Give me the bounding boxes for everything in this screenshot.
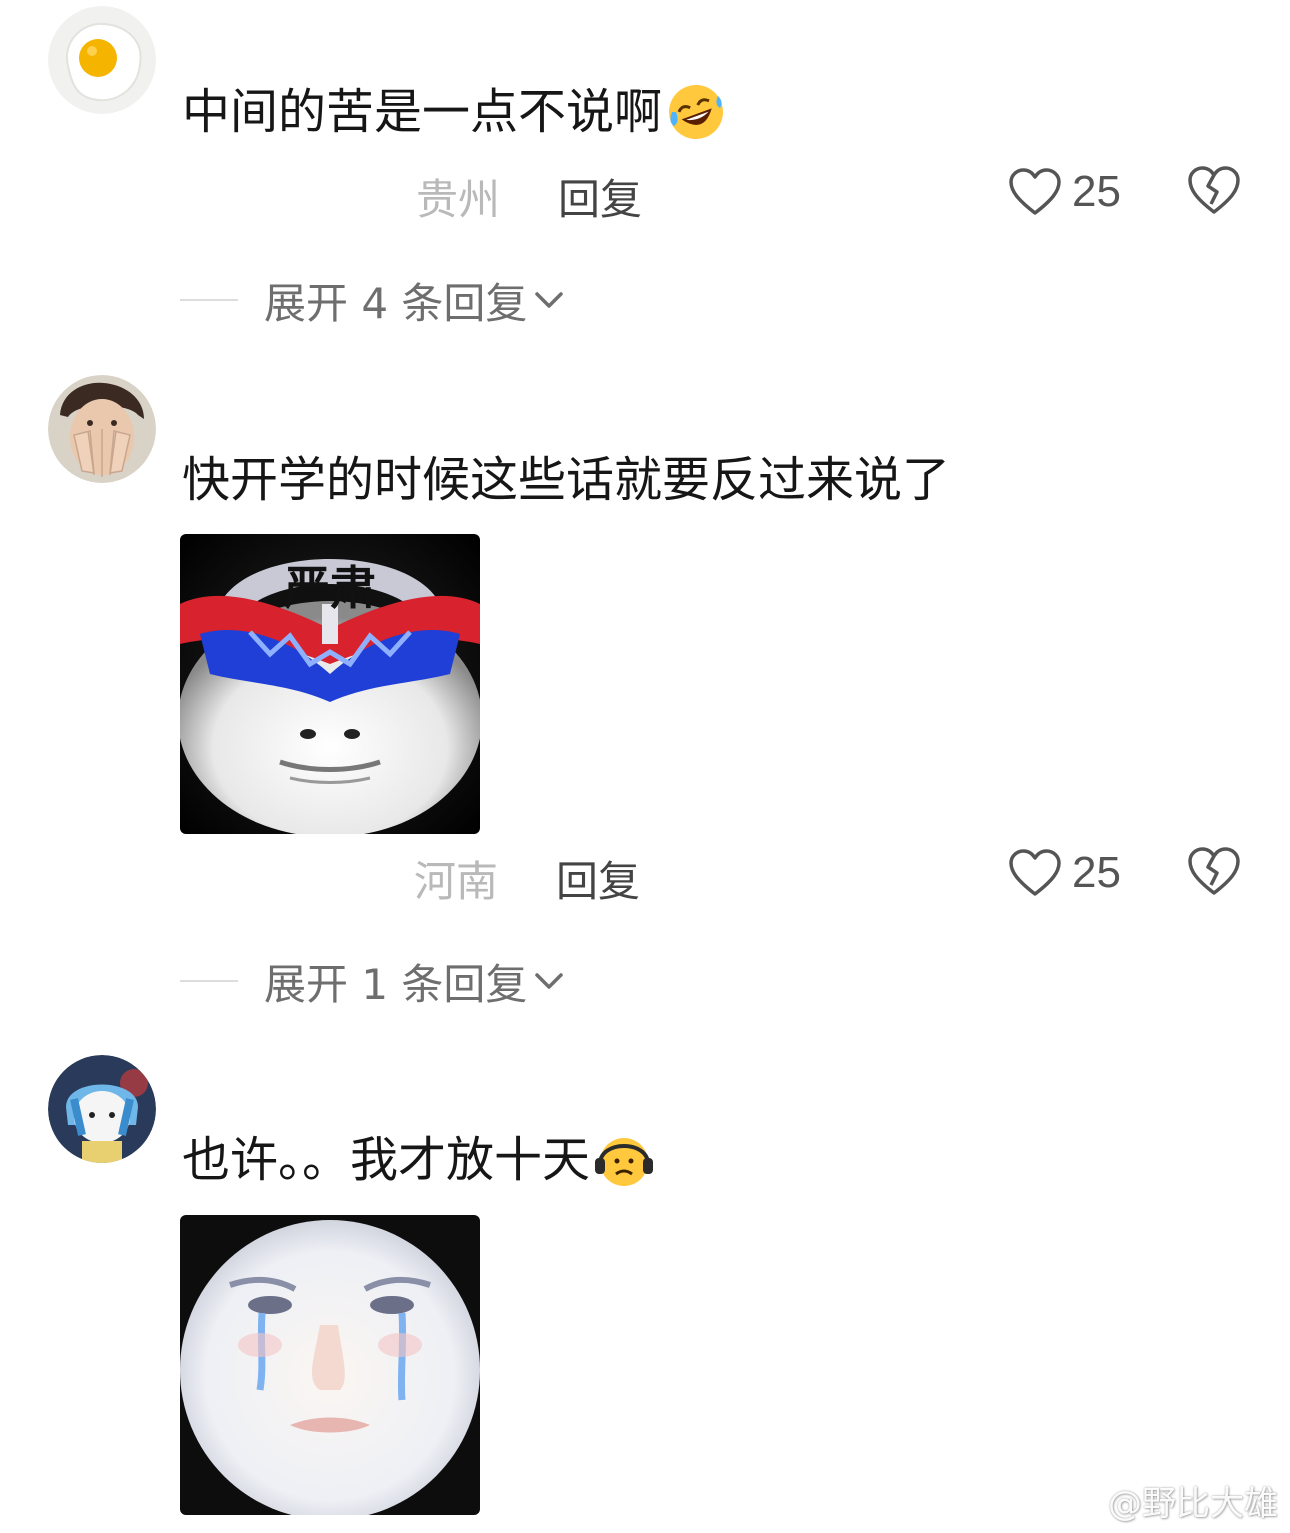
dislike-button[interactable] <box>1186 164 1242 220</box>
chevron-down-icon <box>535 973 564 989</box>
comment-location: 贵州 <box>416 175 501 224</box>
like-button[interactable]: 25 <box>1008 164 1121 220</box>
comment-text: 中间的苦是一点不说啊 <box>182 82 726 142</box>
comment-text-content: 快开学的时候这些话就要反过来说了 <box>182 452 951 508</box>
avatar-person-hands[interactable] <box>48 375 156 483</box>
expand-replies-label: 展开 1 条回复 <box>264 959 528 1009</box>
expand-divider-line <box>180 980 238 982</box>
like-button[interactable]: 25 <box>1008 845 1121 901</box>
like-count: 25 <box>1072 167 1121 216</box>
like-count: 25 <box>1072 848 1121 897</box>
fried-egg-avatar-image <box>48 6 156 114</box>
person-covering-face-avatar-image <box>48 375 156 483</box>
chevron-down-icon <box>535 292 564 308</box>
comment-location: 河南 <box>414 857 499 906</box>
reply-button[interactable]: 回复 <box>556 848 640 909</box>
rofl-emoji-icon <box>666 82 726 142</box>
sticker-serious-helmet[interactable]: 严肃 <box>180 534 480 834</box>
comment-text-content: 中间的苦是一点不说啊 <box>182 84 663 140</box>
comment-text-content: 也许。。我才放十天 <box>182 1132 591 1188</box>
sticker-caption: 严肃 <box>284 561 376 615</box>
avatar-doll[interactable] <box>48 1055 156 1163</box>
comment-text: 快开学的时候这些话就要反过来说了 <box>182 450 950 510</box>
heart-outline-icon <box>1009 168 1061 215</box>
crying-face-sticker-image <box>180 1215 480 1515</box>
headphones-sad-emoji-icon <box>594 1130 654 1190</box>
dislike-button[interactable] <box>1186 845 1242 901</box>
broken-heart-icon <box>1188 847 1240 895</box>
expand-replies-button[interactable]: 展开 1 条回复 <box>180 956 567 1009</box>
heart-outline-icon <box>1009 849 1061 896</box>
expand-replies-label: 展开 4 条回复 <box>264 278 528 328</box>
doll-avatar-image <box>48 1055 156 1163</box>
comment-text: 也许。。我才放十天 <box>182 1130 654 1190</box>
watermark-text: @野比大雄 <box>1108 1484 1278 1524</box>
expand-replies-button[interactable]: 展开 4 条回复 <box>180 275 567 328</box>
weibo-icon <box>1056 1484 1100 1519</box>
expand-divider-line <box>180 299 238 301</box>
sticker-crying-face[interactable] <box>180 1215 480 1515</box>
weibo-watermark: @野比大雄 <box>1056 1476 1278 1525</box>
reply-button[interactable]: 回复 <box>558 166 642 227</box>
avatar-fried-egg[interactable] <box>48 6 156 114</box>
broken-heart-icon <box>1188 166 1240 214</box>
